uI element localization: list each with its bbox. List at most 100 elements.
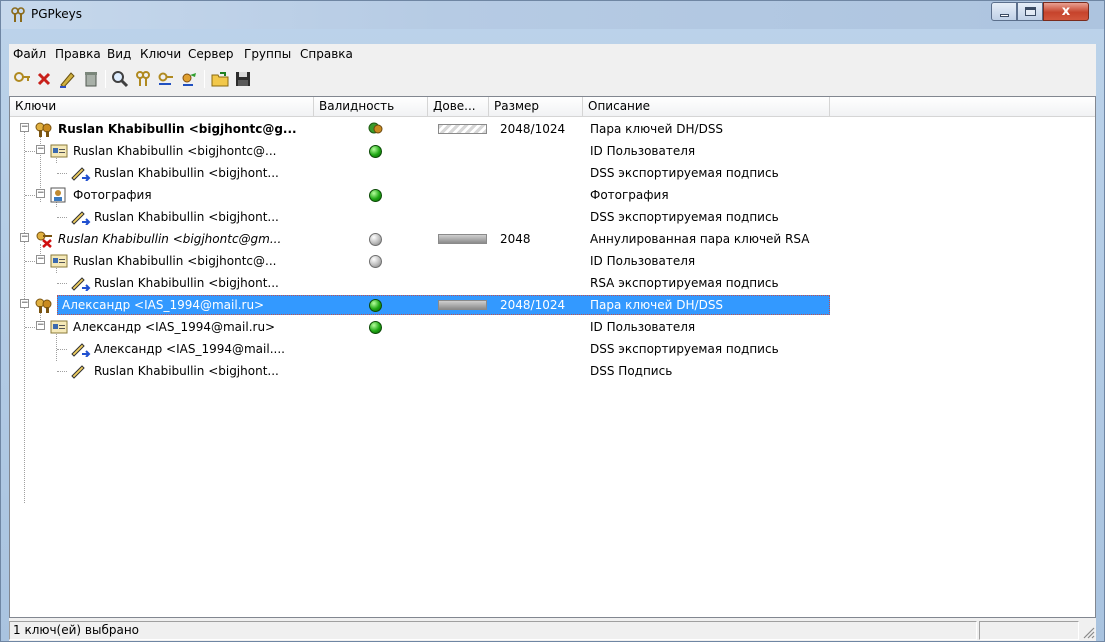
column-header-description[interactable]: Описание — [583, 97, 830, 117]
trust-bar — [438, 234, 487, 244]
collapse-toggle[interactable]: − — [20, 233, 29, 242]
collapse-toggle[interactable]: − — [36, 189, 45, 198]
maximize-icon — [1025, 7, 1036, 16]
column-header-keys[interactable]: Ключи — [10, 97, 314, 117]
key-name: Ruslan Khabibullin <bigjhontc@gm... — [58, 232, 282, 246]
user-id-row[interactable]: − Ruslan Khabibullin <bigjhontc@... ID П… — [10, 140, 1095, 162]
key-size: 2048 — [500, 232, 531, 246]
menu-groups[interactable]: Группы — [244, 47, 291, 61]
keyserver-get-icon[interactable] — [179, 69, 199, 89]
signature-row[interactable]: Ruslan Khabibullin <bigjhont... DSS эксп… — [10, 162, 1095, 184]
key-description: Пара ключей DH/DSS — [590, 122, 724, 136]
collapse-toggle[interactable]: − — [20, 123, 29, 132]
keyserver-send-icon[interactable] — [156, 69, 176, 89]
signature-row[interactable]: Ruslan Khabibullin <bigjhont... DSS эксп… — [10, 206, 1095, 228]
list-header: Ключи Валидность Дове... Размер Описание — [10, 97, 1095, 117]
toolbar-separator — [105, 70, 106, 88]
validity-valid-icon — [369, 299, 382, 312]
key-row[interactable]: − Ruslan Khabibullin <bigjhontc@gm... 20… — [10, 228, 1095, 250]
minimize-button[interactable] — [991, 2, 1017, 21]
status-bar: 1 ключ(ей) выбрано — [9, 620, 1096, 641]
user-id-description: ID Пользователя — [590, 144, 696, 158]
key-size: 2048/1024 — [500, 122, 566, 136]
signature-row[interactable]: Александр <IAS_1994@mail.... DSS экспорт… — [10, 338, 1095, 360]
column-header-validity[interactable]: Валидность — [314, 97, 428, 117]
validity-valid-icon — [369, 189, 382, 202]
exportable-signature-icon — [71, 211, 91, 225]
tree-branch — [25, 195, 35, 196]
validity-invalid-icon — [369, 233, 382, 246]
photo-label: Фотография — [73, 188, 152, 202]
user-id-description: ID Пользователя — [590, 320, 696, 334]
status-pane-secondary — [979, 621, 1079, 640]
resize-grip-icon[interactable] — [1081, 625, 1095, 639]
sign-icon[interactable] — [58, 69, 78, 89]
trust-bar — [438, 300, 487, 310]
signature-row[interactable]: Ruslan Khabibullin <bigjhont... DSS Подп… — [10, 360, 1095, 382]
validity-valid-icon — [369, 321, 382, 334]
signature-description: DSS экспортируемая подпись — [590, 342, 779, 356]
title-bar[interactable]: PGPkeys x — [1, 1, 1104, 29]
pgp-keys-icon — [11, 7, 25, 22]
exportable-signature-icon — [71, 277, 91, 291]
collapse-toggle[interactable]: − — [36, 321, 45, 330]
revoked-key-icon — [36, 231, 52, 248]
signature-row[interactable]: Ruslan Khabibullin <bigjhont... RSA эксп… — [10, 272, 1095, 294]
tree-branch — [57, 349, 67, 350]
collapse-toggle[interactable]: − — [36, 255, 45, 264]
export-icon[interactable] — [233, 69, 253, 89]
tree-branch — [57, 283, 67, 284]
new-key-icon[interactable] — [12, 69, 32, 89]
validity-invalid-icon — [369, 255, 382, 268]
tree-branch — [25, 261, 35, 262]
signature-description: DSS экспортируемая подпись — [590, 210, 779, 224]
menu-server[interactable]: Сервер — [188, 47, 233, 61]
key-name: Александр <IAS_1994@mail.ru> — [62, 298, 265, 312]
menu-file[interactable]: Файл — [13, 47, 46, 61]
validity-valid-icon — [369, 145, 382, 158]
tree-branch — [57, 217, 67, 218]
search-icon[interactable] — [110, 69, 130, 89]
column-header-empty — [830, 97, 1095, 117]
keys-list-view[interactable]: Ключи Валидность Дове... Размер Описание — [9, 96, 1096, 618]
exportable-signature-icon — [71, 343, 91, 357]
tree-branch — [57, 371, 67, 372]
client-area: Файл Правка Вид Ключи Сервер Группы Спра… — [9, 44, 1096, 641]
signature-description: DSS Подпись — [590, 364, 673, 378]
key-size: 2048/1024 — [500, 298, 566, 312]
menu-help[interactable]: Справка — [300, 47, 353, 61]
app-window: PGPkeys x Файл Правка Вид Ключи Сервер Г… — [0, 0, 1105, 642]
close-icon: x — [1061, 4, 1071, 19]
user-id-name: Александр <IAS_1994@mail.ru> — [73, 320, 276, 334]
user-id-row[interactable]: − Александр <IAS_1994@mail.ru> ID Пользо… — [10, 316, 1095, 338]
menu-keys[interactable]: Ключи — [140, 47, 181, 61]
key-description: Аннулированная пара ключей RSA — [590, 232, 810, 246]
menu-view[interactable]: Вид — [107, 47, 131, 61]
user-id-card-icon — [50, 254, 68, 268]
collapse-toggle[interactable]: − — [20, 299, 29, 308]
signature-name: Ruslan Khabibullin <bigjhont... — [94, 364, 279, 378]
validity-key-icon — [368, 122, 383, 134]
import-icon[interactable] — [210, 69, 230, 89]
photo-row[interactable]: − Фотография Фотография — [10, 184, 1095, 206]
collapse-toggle[interactable]: − — [36, 145, 45, 154]
menu-edit[interactable]: Правка — [55, 47, 101, 61]
key-properties-icon[interactable] — [133, 69, 153, 89]
key-row[interactable]: − Ruslan Khabibullin <bigjhontc@g... 204… — [10, 118, 1095, 140]
close-button[interactable]: x — [1043, 2, 1089, 21]
window-title: PGPkeys — [31, 7, 83, 21]
column-header-size[interactable]: Размер — [489, 97, 583, 117]
exportable-signature-icon — [71, 167, 91, 181]
delete-icon[interactable] — [34, 69, 54, 89]
toolbar — [9, 66, 1096, 94]
status-text: 1 ключ(ей) выбрано — [9, 621, 977, 640]
column-header-trust[interactable]: Дове... — [428, 97, 489, 117]
revoke-icon[interactable] — [81, 69, 101, 89]
user-id-name: Ruslan Khabibullin <bigjhontc@... — [73, 254, 277, 268]
key-name: Ruslan Khabibullin <bigjhontc@g... — [58, 122, 297, 136]
user-id-row[interactable]: − Ruslan Khabibullin <bigjhontc@... ID П… — [10, 250, 1095, 272]
menu-bar: Файл Правка Вид Ключи Сервер Группы Спра… — [9, 44, 1096, 64]
key-row-selected[interactable]: − Александр <IAS_1994@mail.ru> 2048/1024… — [10, 294, 1095, 316]
photo-id-icon — [50, 187, 66, 203]
maximize-button[interactable] — [1017, 2, 1043, 21]
